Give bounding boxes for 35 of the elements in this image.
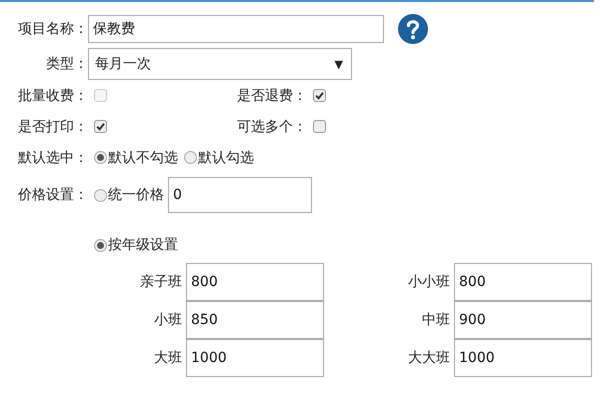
grade-label: 大班 — [153, 349, 183, 367]
grade-price-field[interactable]: 900 — [454, 301, 592, 339]
checkbox[interactable] — [313, 120, 326, 133]
field-label: 是否打印： — [17, 118, 88, 136]
checkbox[interactable] — [94, 120, 107, 133]
radio-label: 统一价格 — [108, 186, 164, 204]
radio-label: 默认勾选 — [198, 148, 254, 166]
grade-label: 大大班 — [407, 349, 451, 367]
help-icon[interactable] — [398, 14, 428, 44]
field-label: 项目名称： — [17, 20, 88, 38]
grade-price-field[interactable]: 850 — [186, 301, 324, 339]
grade-price-field[interactable]: 1000 — [454, 339, 592, 377]
radio-button[interactable] — [94, 188, 107, 202]
field-label: 价格设置： — [17, 186, 88, 204]
grade-label: 中班 — [421, 311, 451, 329]
radio-button[interactable] — [94, 238, 107, 252]
name-field[interactable]: 保教费 — [88, 15, 384, 43]
field-label: 默认选中： — [17, 148, 88, 166]
grade-label: 亲子班 — [139, 273, 183, 291]
grade-label: 小班 — [153, 311, 183, 329]
radio-button[interactable] — [184, 151, 197, 164]
field-label: 是否退费： — [236, 86, 307, 104]
field-label: 批量收费： — [17, 86, 88, 104]
grade-price-field[interactable]: 800 — [454, 263, 592, 301]
field-label: 可选多个： — [236, 118, 307, 136]
radio-label: 默认不勾选 — [108, 148, 178, 166]
checkbox[interactable] — [313, 89, 326, 102]
grade-label: 小小班 — [407, 273, 451, 291]
grade-price-field[interactable]: 1000 — [186, 339, 324, 377]
price-field[interactable]: 0 — [168, 177, 312, 213]
radio-label: 按年级设置 — [108, 236, 178, 254]
radio-button[interactable] — [94, 151, 107, 164]
field-label: 类型： — [45, 55, 88, 73]
type-dropdown[interactable]: 每月一次 ▼ — [88, 48, 352, 80]
grade-price-field[interactable]: 800 — [186, 263, 324, 301]
